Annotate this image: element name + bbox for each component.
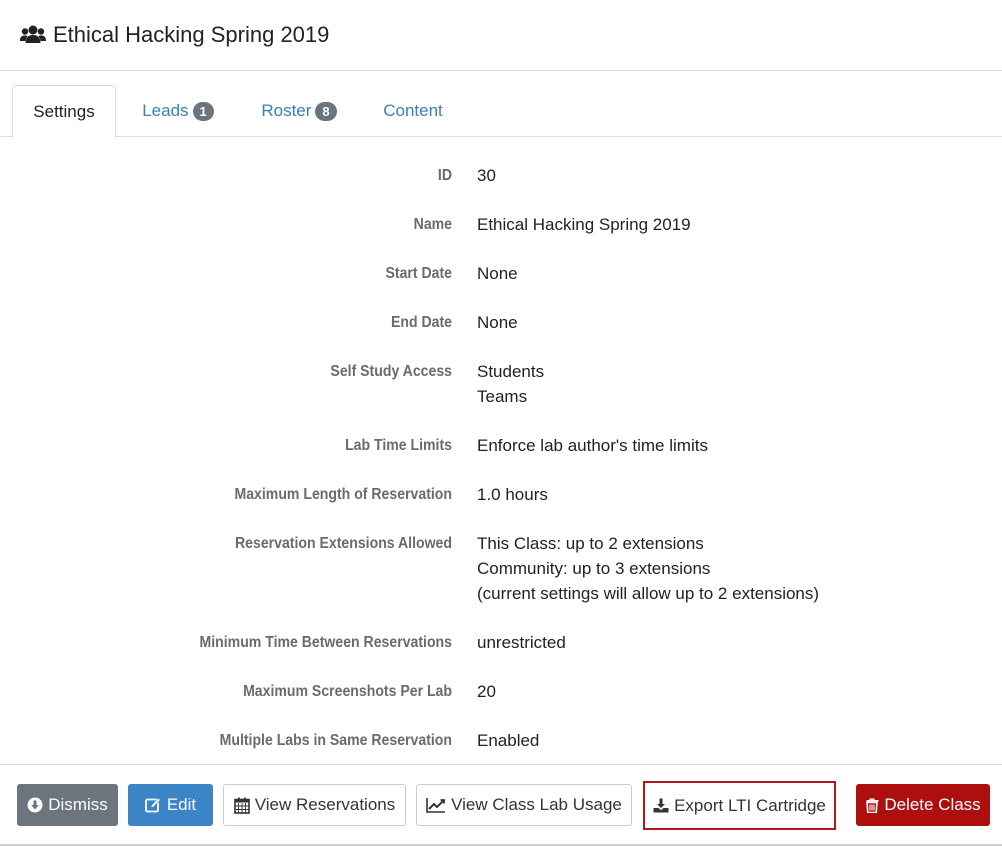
view-reservations-label: View Reservations: [254, 795, 396, 814]
value-line: This Class: up to 2 extensions: [477, 534, 704, 553]
value-line: Teams: [477, 387, 528, 406]
detail-label: End Date: [390, 314, 452, 331]
value-line: 20: [477, 682, 496, 701]
detail-label: Maximum Length of Reservation: [234, 486, 452, 503]
roster-count-badge: 8: [315, 101, 337, 121]
detail-label: Minimum Time Between Reservations: [199, 634, 452, 651]
calendar-icon: [233, 797, 250, 814]
value-line: Community: up to 3 extensions: [477, 559, 711, 578]
detail-value: Ethical Hacking Spring 2019: [477, 212, 691, 237]
detail-value: Enabled: [477, 728, 539, 753]
value-line: (current settings will allow up to 2 ext…: [477, 584, 820, 603]
detail-value: 20: [477, 679, 496, 704]
delete-class-label: Delete Class: [884, 795, 981, 814]
line-chart-icon: [426, 797, 446, 813]
detail-value: This Class: up to 2 extensions Community…: [477, 531, 819, 606]
dismiss-label: Dismiss: [48, 795, 108, 814]
tab-bar: Settings Leads 1 Roster 8 Content: [0, 85, 1002, 138]
detail-value: None: [477, 310, 518, 335]
detail-label: ID: [437, 167, 452, 184]
tab-label: Settings: [33, 101, 95, 121]
edit-icon: [144, 797, 161, 813]
leads-count-badge: 1: [192, 101, 214, 121]
edit-label: Edit: [166, 795, 197, 814]
detail-value: Enforce lab author's time limits: [477, 433, 708, 458]
detail-label: Multiple Labs in Same Reservation: [219, 732, 452, 749]
delete-class-button[interactable]: Delete Class: [856, 784, 990, 826]
detail-label: Maximum Screenshots Per Lab: [243, 683, 452, 700]
tab-label: Leads: [142, 101, 189, 120]
detail-value: Students Teams: [477, 359, 544, 409]
detail-label: Start Date: [385, 265, 452, 282]
view-reservations-button[interactable]: View Reservations: [223, 784, 406, 826]
detail-value: None: [477, 261, 518, 286]
value-line: Enabled: [477, 731, 540, 750]
value-line: 1.0 hours: [477, 485, 548, 504]
view-class-lab-usage-button[interactable]: View Class Lab Usage: [416, 784, 632, 826]
value-line: 30: [477, 166, 496, 185]
value-line: unrestricted: [477, 633, 566, 652]
detail-value: 1.0 hours: [477, 482, 548, 507]
tab-label: Roster: [261, 101, 312, 120]
action-bar: Dismiss Edit View Reservations View Clas…: [0, 764, 1002, 846]
detail-label: Reservation Extensions Allowed: [234, 535, 452, 552]
edit-button[interactable]: Edit: [128, 784, 213, 826]
dismiss-button[interactable]: Dismiss: [17, 784, 118, 826]
view-class-lab-usage-label: View Class Lab Usage: [451, 795, 622, 814]
value-line: Students: [477, 362, 545, 381]
tab-roster[interactable]: Roster 8: [246, 85, 352, 137]
page-header: Ethical Hacking Spring 2019: [0, 0, 1002, 71]
detail-value: 30: [477, 163, 496, 188]
value-line: Ethical Hacking Spring 2019: [477, 215, 691, 234]
detail-label: Name: [413, 216, 452, 233]
tab-leads[interactable]: Leads 1: [126, 85, 230, 137]
export-lti-cartridge-button[interactable]: Export LTI Cartridge: [643, 781, 836, 830]
page-title: Ethical Hacking Spring 2019: [53, 22, 330, 47]
trash-icon: [866, 798, 879, 813]
users-icon: [20, 24, 46, 46]
export-lti-cartridge-label: Export LTI Cartridge: [674, 795, 826, 815]
value-line: None: [477, 313, 518, 332]
value-line: Enforce lab author's time limits: [477, 436, 708, 455]
tab-content[interactable]: Content: [370, 85, 456, 137]
download-icon: [653, 798, 669, 813]
tab-settings[interactable]: Settings: [12, 85, 116, 138]
value-line: None: [477, 264, 518, 283]
arrow-circle-down-icon: [27, 797, 43, 813]
tab-label: Content: [383, 101, 443, 120]
detail-value: unrestricted: [477, 630, 566, 655]
detail-label: Self Study Access: [330, 363, 452, 380]
detail-label: Lab Time Limits: [345, 437, 452, 454]
